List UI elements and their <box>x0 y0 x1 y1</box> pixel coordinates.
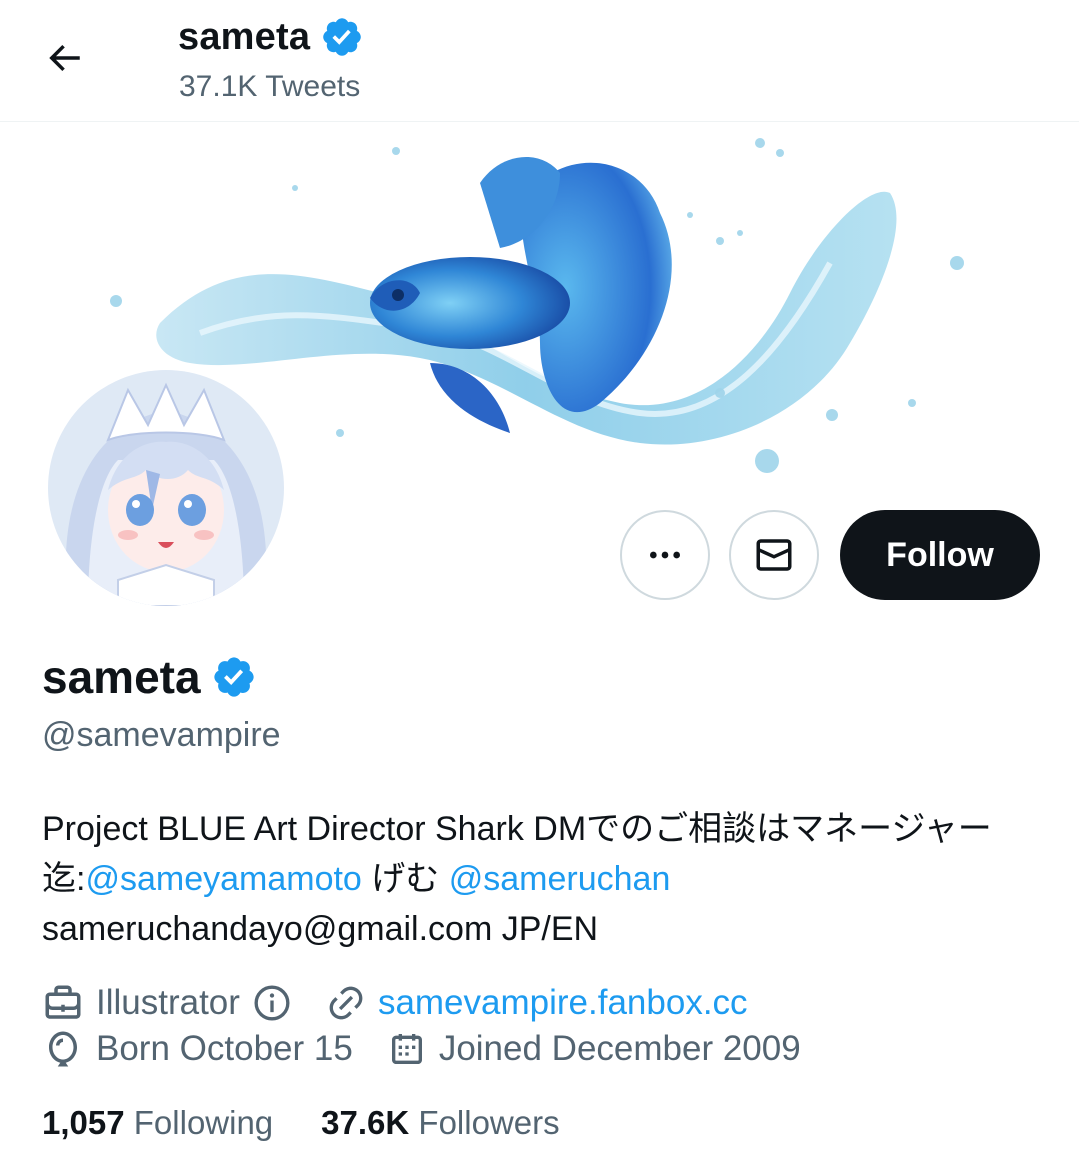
header-display-name: sameta <box>178 15 311 58</box>
tweet-count: 37.1K Tweets <box>179 70 361 103</box>
bio-mention-link[interactable]: @sameruchan <box>449 860 671 898</box>
balloon-icon <box>49 1031 77 1067</box>
profile-meta-row: Born October 15 Joined December 2009 <box>42 1028 835 1070</box>
header-name-row: sameta <box>178 14 364 60</box>
birthday-item: Born October 15 <box>42 1028 353 1070</box>
display-name: sameta <box>42 651 201 703</box>
envelope-icon <box>756 539 792 571</box>
following-link[interactable]: 1,057 Following <box>42 1104 273 1142</box>
following-label: Following <box>133 1104 274 1141</box>
briefcase-icon <box>45 985 81 1019</box>
bio-text: げむ <box>361 860 449 898</box>
bio-email: sameruchandayo@gmail.com JP/EN <box>42 910 599 948</box>
info-icon[interactable] <box>252 983 292 1023</box>
verified-badge-icon[interactable] <box>211 654 257 700</box>
link-icon <box>329 986 363 1020</box>
more-button[interactable] <box>620 510 710 600</box>
profile-bio: Project BLUE Art Director Shark DMでのご相談は… <box>42 804 1052 954</box>
profession-item: Illustrator <box>42 982 292 1024</box>
follow-stats: 1,057 Following 37.6K Followers <box>42 1104 560 1142</box>
followers-link[interactable]: 37.6K Followers <box>321 1104 559 1142</box>
profile-page: sameta 37.1K Tweets Follow sameta @samev… <box>0 0 1079 1149</box>
profession-label: Illustrator <box>96 983 240 1022</box>
follow-button[interactable]: Follow <box>840 510 1040 600</box>
calendar-icon <box>391 1034 422 1064</box>
more-horizontal-icon <box>650 551 680 559</box>
arrow-left-icon <box>49 44 80 72</box>
following-count: 1,057 <box>42 1104 125 1141</box>
bio-mention-link[interactable]: @sameyamamoto <box>85 860 361 898</box>
profile-name-row: sameta <box>42 650 257 704</box>
joined-item: Joined December 2009 <box>387 1029 801 1069</box>
back-button[interactable] <box>28 22 100 94</box>
message-button[interactable] <box>729 510 819 600</box>
profile-meta-row: Illustrator samevampire.fanbox.cc <box>42 982 782 1024</box>
website-link[interactable]: samevampire.fanbox.cc <box>378 983 748 1023</box>
profile-avatar[interactable] <box>44 366 288 610</box>
avatar-image <box>48 370 284 606</box>
website-item: samevampire.fanbox.cc <box>326 983 748 1023</box>
birthday-label: Born October 15 <box>96 1029 353 1068</box>
profile-header-bar: sameta 37.1K Tweets <box>0 0 1079 122</box>
joined-label: Joined December 2009 <box>438 1029 801 1068</box>
followers-label: Followers <box>418 1104 560 1141</box>
followers-count: 37.6K <box>321 1104 410 1141</box>
verified-badge-icon <box>323 18 361 56</box>
user-handle: @samevampire <box>42 716 281 754</box>
